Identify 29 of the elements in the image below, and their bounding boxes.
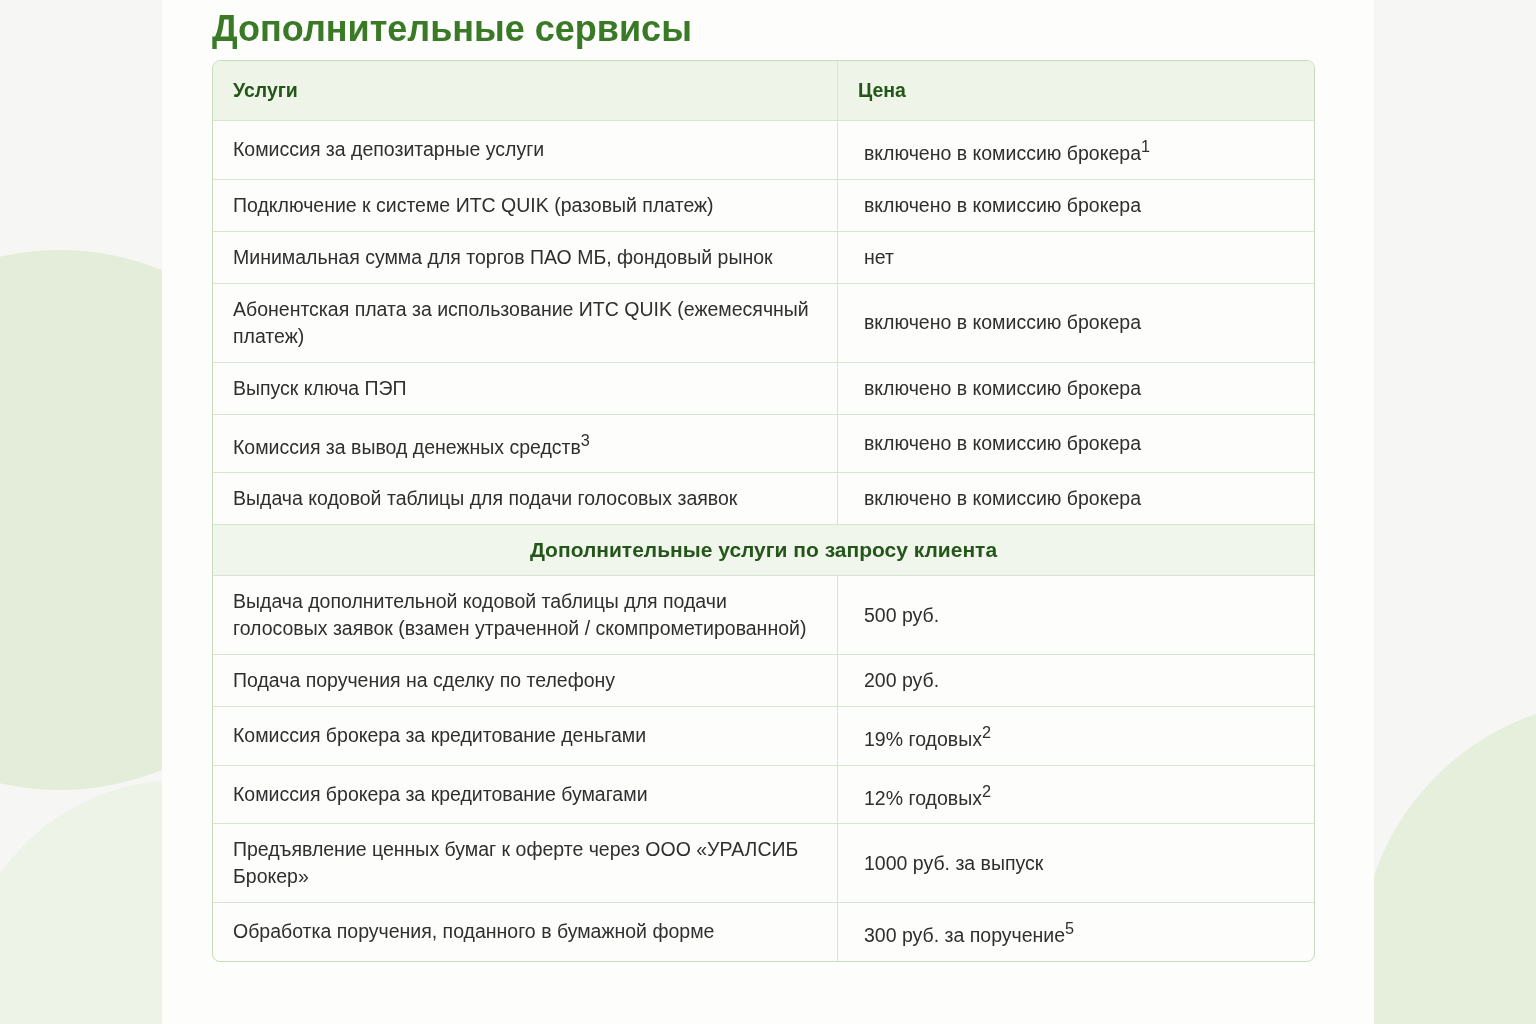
table-cell-text: включено в комиссию брокера$^{1}$	[863, 136, 1152, 166]
table-cell-text: 500 руб.	[863, 602, 941, 628]
table-cell: Комиссия брокера за кредитование бумагами	[213, 765, 838, 823]
table-cell: Комиссия за депозитарные услуги	[213, 121, 838, 179]
table-cell-text: 300 руб. за поручение$^{5}$	[863, 918, 1076, 948]
column-header: Услуги	[213, 61, 838, 120]
table-cell-text: включено в комиссию брокера	[863, 310, 1142, 335]
table-cell: Выдача дополнительной кодовой таблицы для подачи голосовых заявок (взамен утраченной / скомпрометированной)	[213, 576, 838, 654]
table-cell: Комиссия брокера за кредитование деньгами	[213, 707, 838, 765]
table-cell: Подача поручения на сделку по телефону	[213, 655, 838, 706]
table-cell-text: включено в комиссию брокера	[863, 192, 1142, 218]
table-cell-text: 12% годовых$^{2}$	[863, 780, 992, 811]
section-header: Дополнительные услуги по запросу клиента	[213, 524, 1314, 575]
table-cell-text: 19% годовых$^{2}$	[863, 722, 992, 752]
table-cell: Подключение к системе ИТС QUIK (разовый платеж)	[213, 179, 838, 231]
table-cell-text: нет	[863, 244, 895, 270]
table-cell: Обработка поручения, поданного в бумажной форме	[213, 903, 838, 961]
table-cell: Предъявление ценных бумаг к оферте через ООО «УРАЛСИБ Брокер»	[213, 824, 838, 902]
table-cell-text: 200 руб.	[863, 668, 941, 693]
table-cell: Выпуск ключа ПЭП	[213, 362, 838, 414]
table-cell: Абонентская плата за использование ИТС QUIK (ежемесячный платеж)	[213, 283, 838, 362]
column-header: Цена	[857, 78, 907, 103]
table-cell: Минимальная сумма для торгов ПАО МБ, фондовый рынок	[213, 231, 838, 283]
section-title: Дополнительные сервисы	[212, 7, 693, 51]
table-cell-text: включено в комиссию брокера	[863, 486, 1142, 511]
table-cell-text: 1000 руб. за выпуск	[863, 850, 1045, 876]
table-cell: Комиссия за вывод денежных средств$^{3}$	[213, 414, 838, 472]
table-cell-text: включено в комиссию брокера	[863, 430, 1142, 456]
table-cell-text: включено в комиссию брокера	[863, 375, 1142, 401]
